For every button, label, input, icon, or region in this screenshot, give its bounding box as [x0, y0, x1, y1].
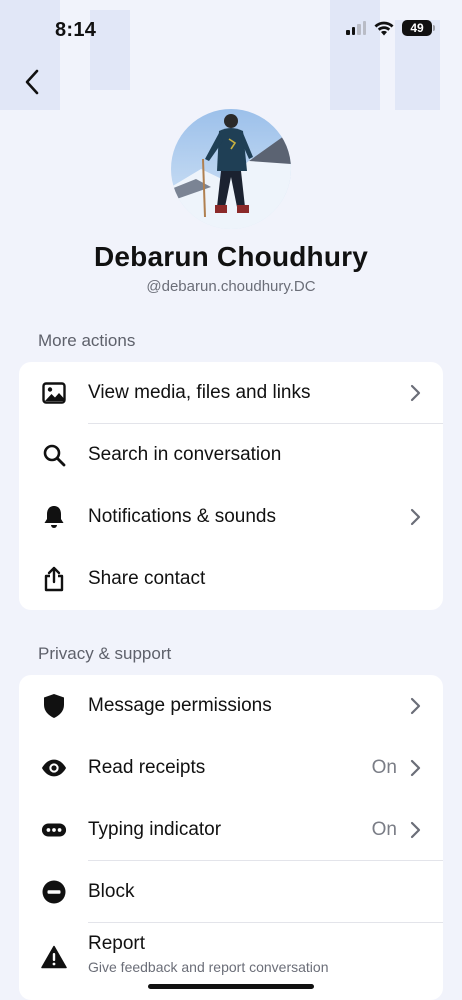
privacy-support-card: Message permissions Read receipts On Typ… — [19, 675, 443, 1000]
chevron-right-icon — [410, 697, 421, 715]
cellular-signal-icon — [346, 21, 366, 35]
more-actions-card: View media, files and links Search in co… — [19, 362, 443, 610]
chevron-left-icon — [25, 69, 39, 95]
share-icon — [41, 566, 67, 592]
block-icon — [41, 879, 67, 905]
row-typing-indicator[interactable]: Typing indicator On — [19, 799, 443, 861]
row-label: Typing indicator — [88, 819, 222, 840]
profile-handle: @debarun.choudhury.DC — [146, 278, 316, 295]
wifi-icon — [374, 21, 394, 35]
avatar[interactable] — [171, 109, 291, 229]
avatar-photo — [171, 109, 291, 229]
warning-icon — [41, 944, 67, 970]
row-value: On — [371, 757, 397, 778]
image-icon — [41, 380, 67, 406]
chevron-right-icon — [410, 821, 421, 839]
status-time: 8:14 — [55, 19, 97, 41]
row-label: View media, files and links — [88, 382, 311, 403]
row-label: Message permissions — [88, 695, 272, 716]
row-read-receipts[interactable]: Read receipts On — [19, 737, 443, 799]
row-sublabel: Give feedback and report conversation — [88, 959, 329, 975]
row-label: Block — [88, 881, 135, 902]
chevron-right-icon — [410, 384, 421, 402]
row-notifications-sounds[interactable]: Notifications & sounds — [19, 486, 443, 548]
eye-icon — [41, 755, 67, 781]
row-view-media[interactable]: View media, files and links — [19, 362, 443, 424]
row-search-conversation[interactable]: Search in conversation — [19, 424, 443, 486]
report-label-stack: Report Give feedback and report conversa… — [88, 933, 328, 975]
row-label: Share contact — [88, 568, 206, 589]
row-block[interactable]: Block — [19, 861, 443, 923]
status-icons: 49 — [346, 20, 435, 36]
chevron-right-icon — [410, 759, 421, 777]
row-label: Read receipts — [88, 757, 206, 778]
battery-indicator: 49 — [402, 20, 435, 36]
status-bar: 8:14 49 — [0, 0, 462, 60]
bell-icon — [41, 504, 67, 530]
chevron-right-icon — [410, 508, 421, 526]
profile-name: Debarun Choudhury — [93, 241, 369, 272]
row-value: On — [371, 819, 397, 840]
section-title-more-actions: More actions — [38, 331, 136, 350]
row-message-permissions[interactable]: Message permissions — [19, 675, 443, 737]
section-title-privacy-support: Privacy & support — [38, 644, 172, 663]
row-label: Search in conversation — [88, 444, 282, 465]
search-icon — [41, 442, 67, 468]
typing-bubble-icon — [41, 817, 67, 843]
home-indicator — [148, 984, 314, 989]
back-button[interactable] — [14, 64, 50, 100]
row-label: Report — [88, 933, 146, 954]
row-share-contact[interactable]: Share contact — [19, 548, 443, 610]
row-label: Notifications & sounds — [88, 506, 276, 527]
shield-icon — [41, 693, 67, 719]
